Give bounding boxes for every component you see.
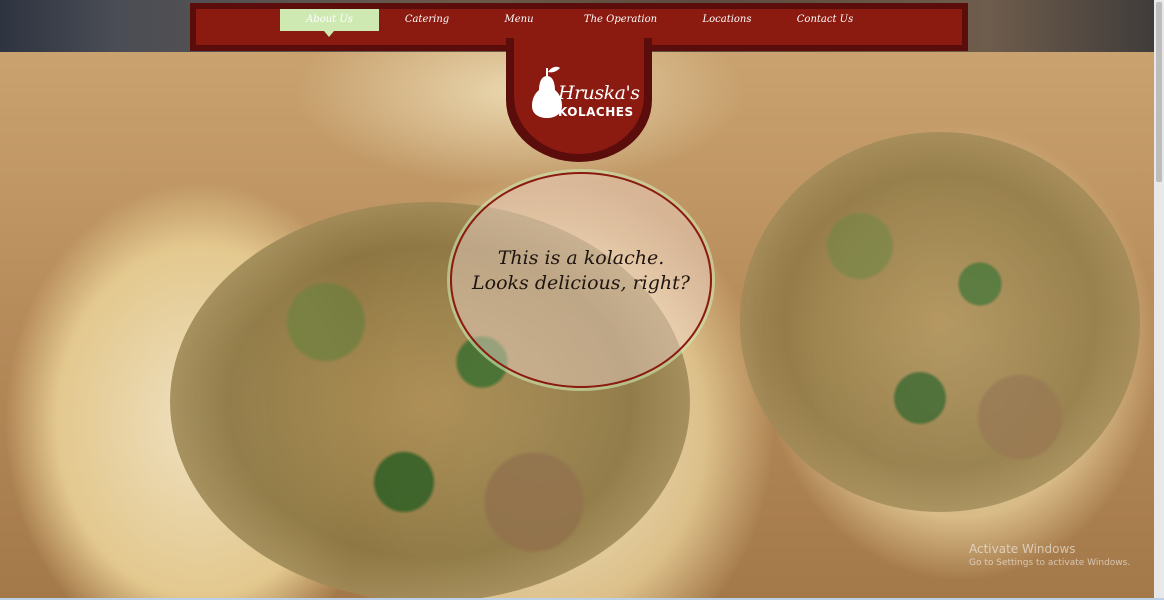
vertical-scrollbar[interactable] — [1154, 0, 1164, 598]
site-logo[interactable]: Hruska's KOLACHES — [506, 38, 652, 162]
logo-brand-name: Hruska's — [558, 82, 640, 104]
nav-item-locations[interactable]: Locations — [678, 9, 776, 31]
watermark-title: Activate Windows — [969, 542, 1076, 556]
logo-disc: Hruska's KOLACHES — [514, 38, 644, 154]
bubble-line-1: This is a kolache. — [497, 247, 665, 269]
bubble-line-2: Looks delicious, right? — [472, 272, 690, 294]
nav-item-catering[interactable]: Catering — [379, 9, 475, 31]
kolache-filling-right — [740, 132, 1140, 512]
logo-brand-subtitle: KOLACHES — [558, 105, 634, 119]
nav-item-the-operation[interactable]: The Operation — [563, 9, 678, 31]
nav-item-menu[interactable]: Menu — [475, 9, 563, 31]
nav-item-about-us[interactable]: About Us — [280, 9, 379, 37]
bubble-text: This is a kolache. Looks delicious, righ… — [452, 246, 710, 296]
windows-activation-watermark: Activate Windows Go to Settings to activ… — [969, 542, 1130, 568]
watermark-subtitle: Go to Settings to activate Windows. — [969, 558, 1131, 568]
nav-menu: About Us Catering Menu The Operation Loc… — [280, 9, 874, 37]
nav-item-contact-us[interactable]: Contact Us — [776, 9, 874, 31]
hero-speech-bubble: This is a kolache. Looks delicious, righ… — [450, 172, 712, 388]
scrollbar-thumb[interactable] — [1156, 2, 1162, 182]
